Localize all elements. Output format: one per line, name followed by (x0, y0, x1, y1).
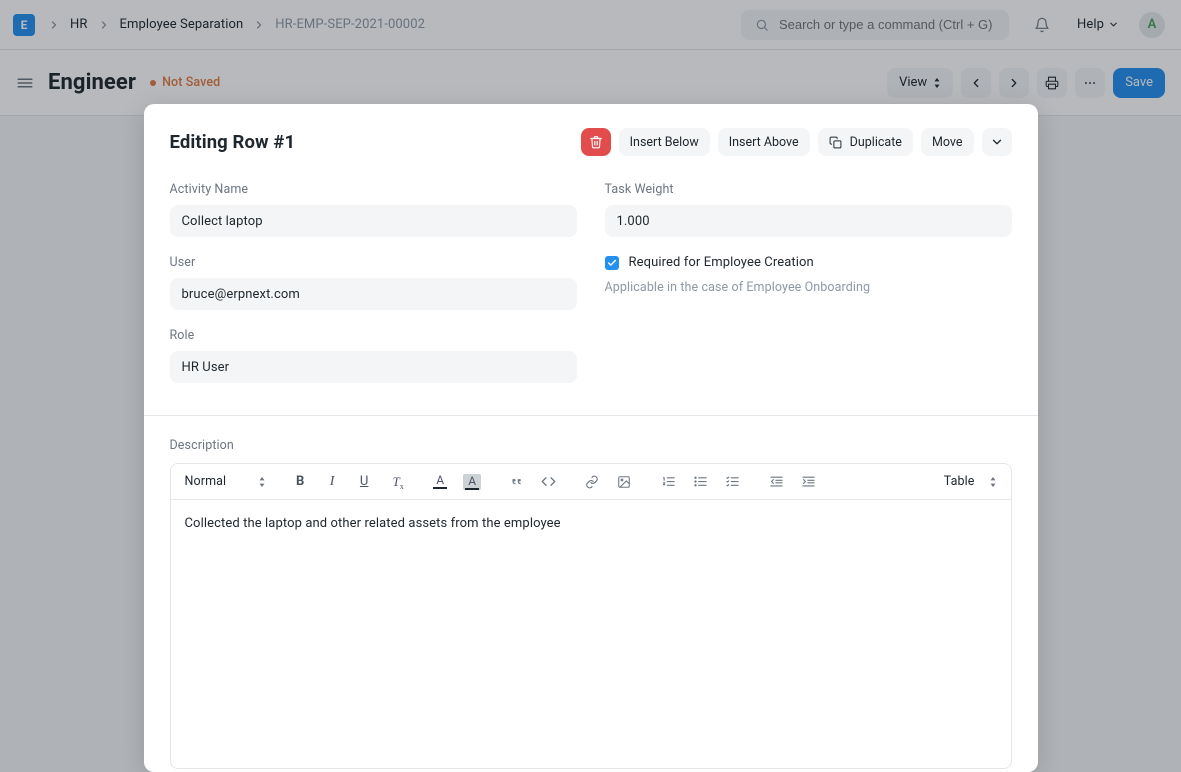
activity-name-field: Activity Name Collect laptop (170, 182, 577, 237)
list-check-icon (725, 474, 740, 489)
field-label: User (170, 255, 577, 270)
delete-row-button[interactable] (581, 128, 611, 156)
code-icon (541, 474, 556, 489)
move-button[interactable]: Move (921, 128, 974, 156)
list-ordered-icon (661, 474, 676, 489)
chevron-down-icon (990, 135, 1004, 149)
insert-below-button[interactable]: Insert Below (619, 128, 710, 156)
indent-icon (801, 474, 816, 489)
outdent-button[interactable] (766, 472, 786, 492)
ordered-list-button[interactable] (658, 472, 678, 492)
section-divider (144, 415, 1038, 416)
collapse-button[interactable] (982, 128, 1012, 156)
list-bullet-icon (693, 474, 708, 489)
bold-button[interactable]: B (290, 472, 310, 492)
field-label: Role (170, 328, 577, 343)
duplicate-button[interactable]: Duplicate (818, 128, 913, 156)
blockquote-button[interactable] (506, 472, 526, 492)
image-icon (617, 475, 631, 489)
copy-icon (829, 136, 842, 149)
dialog-header: Editing Row #1 Insert Below Insert Above… (170, 128, 1012, 156)
required-for-creation-checkbox[interactable]: Required for Employee Creation (605, 255, 1012, 270)
clear-format-icon: Tx (393, 474, 400, 490)
clear-format-button[interactable]: Tx (386, 472, 406, 492)
bold-icon: B (296, 474, 304, 489)
heading-select[interactable]: Normal (185, 474, 267, 489)
underline-icon: U (360, 474, 369, 489)
italic-button[interactable]: I (322, 472, 342, 492)
description-label: Description (170, 438, 1012, 453)
select-caret-icon (258, 477, 266, 487)
field-label: Activity Name (170, 182, 577, 197)
bg-color-button[interactable]: A (462, 472, 482, 492)
description-input[interactable]: Collected the laptop and other related a… (171, 500, 1011, 768)
editor-toolbar: Normal B I U Tx A (171, 464, 1011, 500)
dialog-title: Editing Row #1 (170, 131, 573, 153)
link-icon (585, 475, 599, 489)
task-weight-field: Task Weight 1.000 (605, 182, 1012, 237)
form-column-right: Task Weight 1.000 Required for Employee … (605, 182, 1012, 383)
link-button[interactable] (582, 472, 602, 492)
outdent-icon (769, 474, 784, 489)
checkbox-checked-icon (605, 256, 619, 270)
activity-name-input[interactable]: Collect laptop (170, 205, 577, 237)
code-block-button[interactable] (538, 472, 558, 492)
edit-row-dialog: Editing Row #1 Insert Below Insert Above… (144, 104, 1038, 772)
bullet-list-button[interactable] (690, 472, 710, 492)
field-help-text: Applicable in the case of Employee Onboa… (605, 280, 1012, 295)
form-column-left: Activity Name Collect laptop User bruce@… (170, 182, 577, 383)
role-field: Role HR User (170, 328, 577, 383)
italic-icon: I (330, 474, 335, 490)
underline-button[interactable]: U (354, 472, 374, 492)
trash-icon (589, 135, 603, 149)
text-color-button[interactable]: A (430, 472, 450, 492)
user-input[interactable]: bruce@erpnext.com (170, 278, 577, 310)
check-list-button[interactable] (722, 472, 742, 492)
image-button[interactable] (614, 472, 634, 492)
dialog-form: Activity Name Collect laptop User bruce@… (170, 182, 1012, 383)
indent-button[interactable] (798, 472, 818, 492)
role-input[interactable]: HR User (170, 351, 577, 383)
task-weight-input[interactable]: 1.000 (605, 205, 1012, 237)
field-label: Task Weight (605, 182, 1012, 197)
rich-text-editor: Normal B I U Tx A (170, 463, 1012, 769)
insert-above-button[interactable]: Insert Above (718, 128, 810, 156)
highlight-icon: A (463, 474, 481, 490)
required-for-creation-field: Required for Employee Creation Applicabl… (605, 255, 1012, 295)
table-select[interactable]: Table (944, 474, 997, 489)
quote-icon (509, 475, 523, 489)
user-field: User bruce@erpnext.com (170, 255, 577, 310)
select-caret-icon (989, 477, 997, 487)
text-color-icon: A (433, 474, 447, 489)
checkbox-label: Required for Employee Creation (629, 255, 814, 270)
